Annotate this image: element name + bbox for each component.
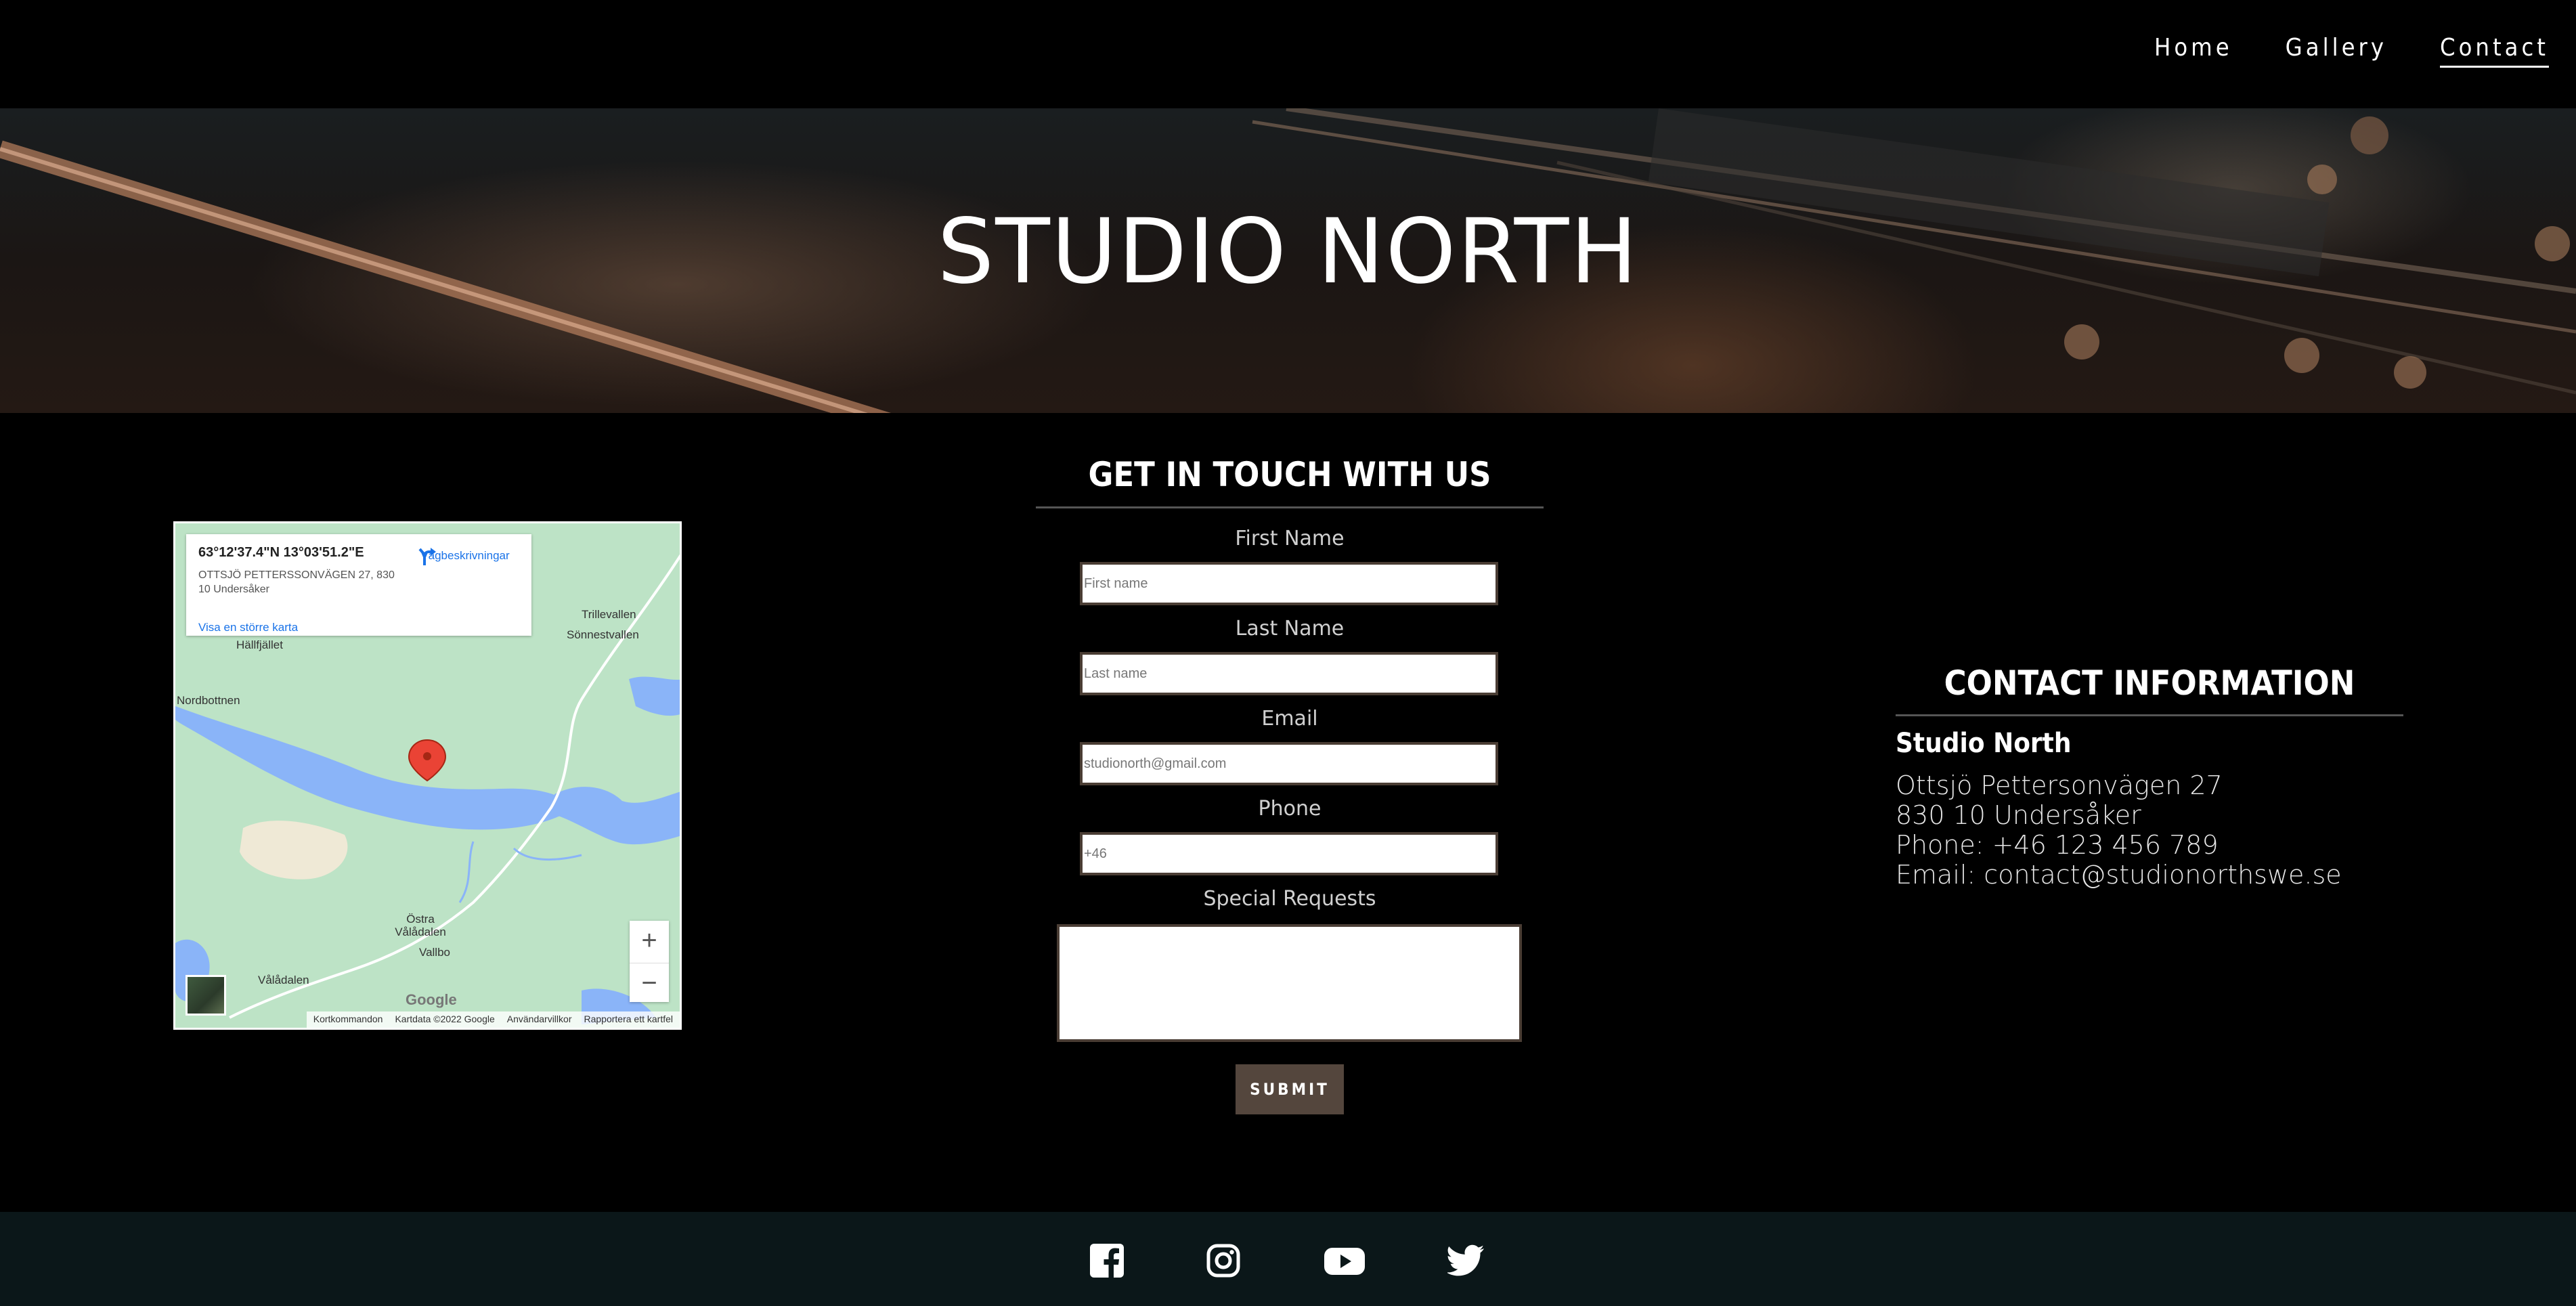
first-name-input[interactable] [1080, 562, 1498, 605]
place-ostra-valadalen: Östra Vålådalen [395, 913, 446, 938]
place-vallbo: Vallbo [419, 946, 450, 959]
footer [0, 1212, 2576, 1306]
hero-banner: STUDIO NORTH [0, 108, 2576, 413]
directions-icon [418, 548, 436, 565]
email-input[interactable] [1080, 742, 1498, 785]
special-requests-textarea[interactable] [1057, 924, 1522, 1042]
place-trillevallen: Trillevallen [582, 608, 636, 621]
last-name-label: Last Name [1235, 617, 1345, 640]
phone-input[interactable] [1080, 832, 1498, 875]
map-embed[interactable]: Trillevallen Sönnestvallen Hällfjället N… [173, 521, 682, 1030]
map-report-link[interactable]: Rapportera ett kartfel [584, 1014, 673, 1028]
map-address: OTTSJÖ PETTERSSONVÄGEN 27, 830 10 Unders… [198, 569, 395, 595]
place-sonnestvallen: Sönnestvallen [567, 628, 639, 641]
top-nav: Home Gallery Contact [0, 0, 2576, 108]
contact-street: Ottsjö Pettersonvägen 27 [1896, 770, 2223, 800]
map-coordinates: 63°12'37.4"N 13°03'51.2"E [198, 545, 364, 560]
map-info-card: 63°12'37.4"N 13°03'51.2"E OTTSJÖ PETTERS… [186, 534, 531, 636]
map-data-credit: Kartdata ©2022 Google [395, 1014, 495, 1024]
contact-phone: Phone: +46 123 456 789 [1896, 830, 2219, 860]
map-zoom-controls: + − [630, 921, 669, 1002]
larger-map-link[interactable]: Visa en större karta [198, 621, 298, 634]
special-requests-label: Special Requests [1203, 887, 1376, 911]
last-name-input[interactable] [1080, 652, 1498, 695]
nav-link-gallery[interactable]: Gallery [2286, 34, 2387, 68]
contact-email[interactable]: Email: contact@studionorthswe.se [1896, 860, 2342, 890]
email-label: Email [1261, 707, 1318, 731]
satellite-layer-toggle[interactable] [185, 975, 226, 1016]
map-terms-link[interactable]: Användarvillkor [507, 1014, 572, 1028]
nav-links: Home Gallery Contact [2154, 34, 2549, 68]
form-divider [1036, 506, 1544, 508]
contact-info-divider [1896, 714, 2403, 716]
place-valadalen: Vålådalen [258, 974, 309, 986]
phone-label: Phone [1258, 797, 1322, 821]
contact-studio-name: Studio North [1896, 728, 2072, 759]
hero-title: STUDIO NORTH [937, 200, 1639, 304]
instagram-icon[interactable] [1205, 1242, 1242, 1279]
twitter-icon[interactable] [1447, 1242, 1485, 1279]
nav-link-home[interactable]: Home [2154, 34, 2233, 68]
zoom-in-button[interactable]: + [630, 921, 669, 960]
form-title: GET IN TOUCH WITH US [1088, 455, 1491, 494]
map-footer: Kortkommandon Kartdata ©2022 Google Anvä… [306, 1011, 680, 1028]
nav-link-contact[interactable]: Contact [2440, 34, 2549, 68]
contact-info-title: CONTACT INFORMATION [1944, 663, 2355, 703]
google-logo: Google [406, 991, 457, 1008]
first-name-label: First Name [1235, 527, 1345, 550]
place-hallfjallet: Hällfjället [236, 638, 283, 651]
place-nordbottnen: Nordbottnen [177, 694, 240, 707]
map-shortcuts-link[interactable]: Kortkommandon [313, 1014, 383, 1028]
submit-button[interactable]: SUBMIT [1236, 1064, 1344, 1114]
youtube-icon[interactable] [1324, 1242, 1366, 1279]
directions-button[interactable]: Vägbeskrivningar [418, 546, 512, 565]
zoom-out-button[interactable]: − [630, 963, 669, 1003]
contact-postal: 830 10 Undersåker [1896, 800, 2141, 830]
facebook-icon[interactable] [1089, 1242, 1125, 1279]
